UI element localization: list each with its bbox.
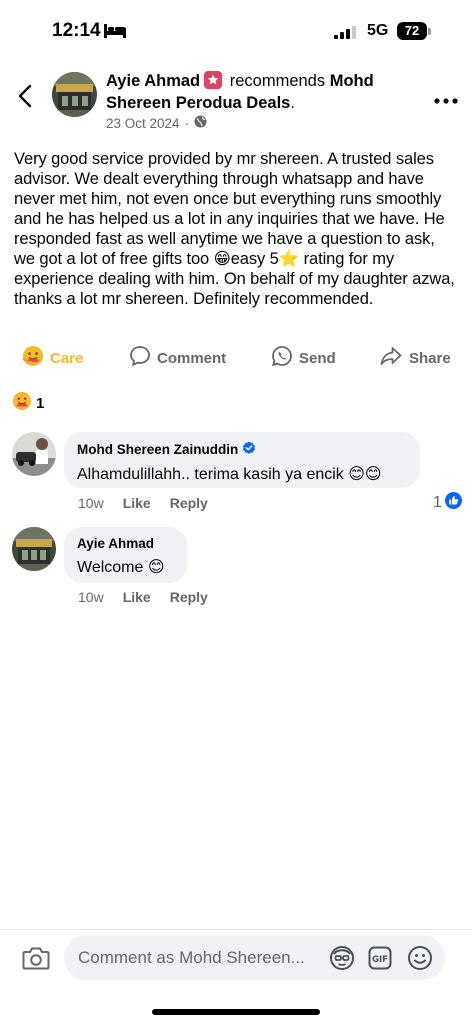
battery-level: 72 [397,22,427,40]
recommendation-badge-icon [204,71,223,89]
svg-text:GIF: GIF [372,955,388,965]
share-button[interactable]: Share [379,343,451,373]
reaction-count: 1 [36,394,45,412]
care-button[interactable]: Care [22,343,83,373]
reaction-summary[interactable]: 1 [12,391,44,415]
chevron-left-icon [14,84,38,114]
verified-badge-icon [242,441,256,458]
comment-meta: 10w Like Reply [78,589,208,605]
comment-avatar[interactable] [12,527,56,571]
avatar-sticker-icon [329,946,355,975]
comment-time: 10w [78,495,104,511]
comment-meta: 10w Like Reply [78,495,208,511]
share-arrow-icon [379,345,403,371]
comment-button[interactable]: Comment [129,343,226,373]
comment-like-number: 1 [433,494,442,511]
post-header: Ayie Ahmad recommends Mohd Shereen Perod… [106,70,406,114]
author-avatar[interactable] [52,72,97,117]
status-time: 12:14 [52,20,101,41]
like-thumb-icon [444,492,462,514]
comment-text: Welcome 😊 [77,559,165,576]
care-label: Care [50,349,84,367]
comment-bubble[interactable]: Ayie Ahmad Welcome 😊 [64,527,187,583]
camera-icon [22,947,50,975]
comment-like-button[interactable]: Like [123,495,151,511]
comment-reply-button[interactable]: Reply [170,495,208,511]
send-button[interactable]: Send [271,343,336,373]
comment-time: 10w [78,589,104,605]
send-label: Send [299,349,336,367]
gif-icon: GIF [368,946,392,974]
post-date[interactable]: 23 Oct 2024 [106,116,180,131]
camera-button[interactable] [22,945,50,971]
back-button[interactable] [14,82,38,110]
more-dots-icon [433,92,459,109]
more-options-button[interactable] [433,92,459,104]
cellular-signal-icon [334,26,360,44]
composer-divider [0,929,472,930]
care-reaction-icon [22,345,44,371]
smiley-icon [407,946,433,975]
comment-input-placeholder: Comment as Mohd Shereen... [78,948,305,967]
author-name[interactable]: Ayie Ahmad [106,72,200,90]
post-action-bar: Care Comment Send Share [0,343,472,373]
emoji-button[interactable] [407,945,433,971]
page-name-period: . [290,94,295,112]
care-reaction-icon [12,391,32,415]
comment-like-count[interactable]: 1 [433,492,462,514]
comment-like-button[interactable]: Like [123,589,151,605]
comment-text: Alhamdulillahh.. terima kasih ya encik 😊… [77,466,382,483]
home-indicator [152,1009,320,1015]
sleep-focus-icon [104,24,126,43]
post-meta: 23 Oct 2024 · [106,115,207,131]
gif-button[interactable]: GIF [368,946,392,970]
comment-reply-button[interactable]: Reply [170,589,208,605]
comment-avatar[interactable] [12,432,56,476]
network-type: 5G [367,22,389,39]
avatar-sticker-button[interactable] [329,945,355,971]
comment-bubble-icon [129,345,151,371]
meta-dot: · [184,115,190,131]
whatsapp-icon [271,345,293,371]
status-bar: 12:14 5G 72 [0,0,472,62]
globe-icon [194,115,207,131]
share-label: Share [409,349,451,367]
comment-input[interactable]: Comment as Mohd Shereen... GIF [64,935,445,980]
commenter-name[interactable]: Ayie Ahmad [77,536,154,551]
commenter-name[interactable]: Mohd Shereen Zainuddin [77,442,238,457]
recommends-label: recommends [229,72,326,90]
comment-label: Comment [157,349,227,367]
battery-tip [428,28,431,35]
post-body-text: Very good service provided by mr shereen… [14,150,455,308]
comment-bubble[interactable]: Mohd Shereen Zainuddin Alhamdulillahh.. … [64,432,420,488]
